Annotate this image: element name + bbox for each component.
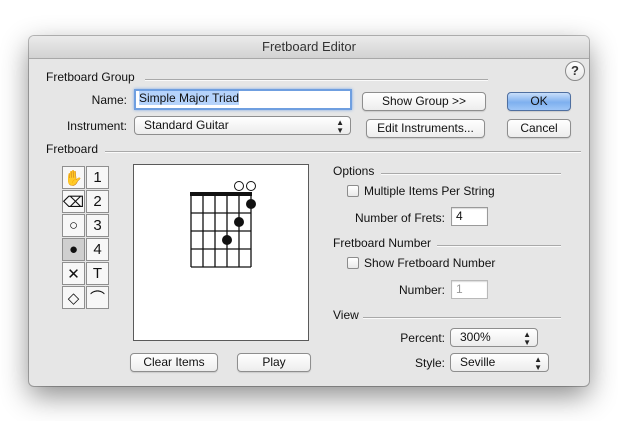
open-circle-tool-icon[interactable]: ○ — [62, 214, 85, 237]
name-input[interactable]: Simple Major Triad — [134, 89, 352, 110]
finger-3-tool[interactable]: 3 — [86, 214, 109, 237]
multiple-items-checkbox[interactable] — [347, 185, 359, 197]
popup-arrows-icon: ▲ ▼ — [534, 355, 542, 372]
fretboard-group-separator — [145, 79, 488, 81]
fretboard-canvas[interactable] — [133, 164, 309, 341]
nut — [190, 192, 252, 196]
options-separator — [381, 173, 561, 175]
finger-1-tool[interactable]: 1 — [86, 166, 109, 189]
open-string-marker — [234, 181, 244, 191]
open-string-marker — [246, 181, 256, 191]
instrument-popup[interactable]: Standard Guitar ▲ ▼ — [134, 116, 351, 135]
style-popup[interactable]: Seville ▲ ▼ — [450, 353, 549, 372]
number-of-frets-label: Number of Frets: — [354, 211, 445, 225]
filled-circle-tool-icon[interactable]: ● — [62, 238, 85, 261]
percent-label: Percent: — [400, 331, 445, 345]
name-input-value: Simple Major Triad — [139, 91, 240, 105]
number-label: Number: — [398, 283, 445, 297]
window-title: Fretboard Editor — [29, 36, 589, 59]
finger-dot — [234, 217, 244, 227]
show-fretboard-number-checkbox[interactable] — [347, 257, 359, 269]
show-group-button[interactable]: Show Group >> — [362, 92, 486, 111]
popup-arrows-icon: ▲ ▼ — [336, 118, 344, 135]
options-section-label: Options — [333, 164, 375, 178]
style-label: Style: — [414, 356, 445, 370]
fretboard-diagram — [190, 181, 256, 268]
clear-items-button[interactable]: Clear Items — [130, 353, 218, 372]
style-popup-value: Seville — [460, 355, 496, 369]
popup-arrows-icon: ▲ ▼ — [523, 330, 531, 347]
barre-arc-tool-icon[interactable]: ⌒ — [86, 286, 109, 309]
fretboard-editor-dialog: Fretboard Editor ? Fretboard Group Name:… — [29, 36, 589, 386]
number-input[interactable]: 1 — [451, 280, 488, 299]
x-mute-tool-icon[interactable]: ✕ — [62, 262, 85, 285]
ok-button[interactable]: OK — [507, 92, 571, 111]
fretboard-group-section-label: Fretboard Group — [46, 70, 135, 84]
diamond-tool-icon[interactable]: ◇ — [62, 286, 85, 309]
fretboard-number-separator — [437, 245, 561, 247]
instrument-label: Instrument: — [66, 119, 127, 133]
help-button[interactable]: ? — [565, 61, 585, 81]
view-section-label: View — [333, 308, 359, 322]
number-of-frets-input[interactable]: 4 — [451, 207, 488, 226]
finger-dot — [222, 235, 232, 245]
finger-dot — [246, 199, 256, 209]
hand-tool-icon[interactable]: ✋ — [62, 166, 85, 189]
edit-instruments-button[interactable]: Edit Instruments... — [366, 119, 485, 138]
view-separator — [363, 317, 561, 319]
play-button[interactable]: Play — [237, 353, 311, 372]
finger-2-tool[interactable]: 2 — [86, 190, 109, 213]
fretboard-separator — [105, 151, 581, 153]
fretboard-number-section-label: Fretboard Number — [333, 236, 432, 250]
fretboard-section-label: Fretboard — [46, 142, 99, 156]
name-label: Name: — [91, 93, 127, 107]
percent-popup-value: 300% — [460, 330, 491, 344]
eraser-tool-icon[interactable]: ⌫ — [62, 190, 85, 213]
finger-4-tool[interactable]: 4 — [86, 238, 109, 261]
cancel-button[interactable]: Cancel — [507, 119, 571, 138]
thumb-t-tool[interactable]: T — [86, 262, 109, 285]
percent-popup[interactable]: 300% ▲ ▼ — [450, 328, 538, 347]
instrument-popup-value: Standard Guitar — [144, 118, 229, 132]
show-fretboard-number-label: Show Fretboard Number — [364, 256, 496, 270]
multiple-items-label: Multiple Items Per String — [364, 184, 495, 198]
